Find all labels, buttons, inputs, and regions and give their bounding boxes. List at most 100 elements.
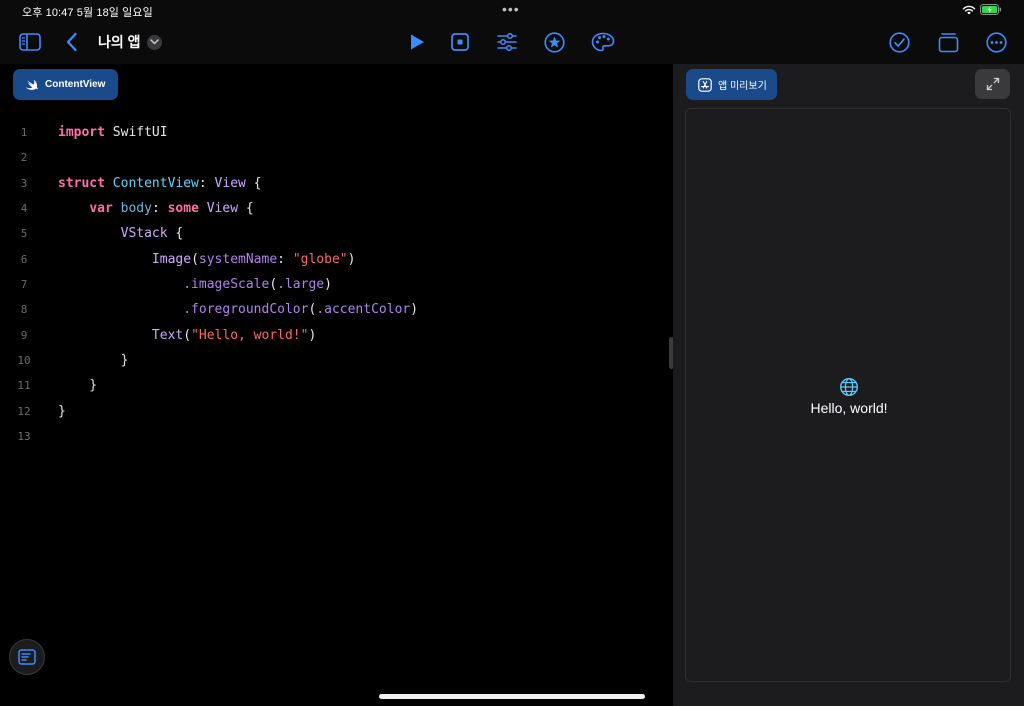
star-circle-icon	[543, 31, 565, 53]
wifi-icon	[962, 5, 976, 15]
line-number: 2	[20, 151, 28, 164]
palette-button[interactable]	[589, 28, 617, 56]
line-number: 12	[17, 405, 31, 418]
run-button[interactable]	[403, 28, 431, 56]
code-token: :	[151, 201, 168, 216]
line-number: 4	[20, 202, 28, 215]
more-button[interactable]	[982, 28, 1010, 56]
swift-icon	[25, 79, 38, 90]
line-number: 6	[20, 253, 28, 266]
code-token: systemName	[198, 252, 278, 267]
code-editor[interactable]: ContentView 1 import SwiftUI 2 3 struct …	[0, 64, 672, 706]
chevron-down-icon	[146, 34, 162, 50]
expand-preview-button[interactable]	[975, 69, 1010, 99]
code-token: {	[245, 176, 262, 191]
multitasking-dots[interactable]: •••	[502, 2, 520, 16]
code-token: .large	[277, 277, 325, 292]
code-token: VStack	[120, 226, 168, 241]
line-number: 7	[20, 278, 28, 291]
code-token: SwiftUI	[104, 125, 168, 140]
code-token: )	[308, 328, 317, 343]
outline-icon	[18, 649, 36, 665]
line-number: 10	[17, 354, 31, 367]
code-token: :	[198, 176, 215, 191]
app-title-menu[interactable]: 나의 앱	[98, 32, 162, 52]
code-token: {	[238, 201, 254, 216]
expand-arrows-icon	[986, 77, 999, 91]
chevron-left-icon	[66, 32, 77, 52]
code-token: {	[167, 226, 184, 241]
code-token: struct	[58, 176, 105, 191]
app-title: 나의 앱	[98, 34, 141, 50]
sliders-icon	[497, 33, 517, 51]
code-line: 4 var body: some View {	[0, 196, 672, 221]
line-number: 11	[17, 379, 31, 392]
windows-button[interactable]	[934, 28, 962, 56]
code-token: }	[58, 404, 66, 419]
preview-canvas[interactable]: Hello, world!	[685, 108, 1011, 682]
code-token: )	[410, 302, 419, 317]
code-line: 13	[0, 424, 672, 449]
back-button[interactable]	[58, 28, 86, 56]
stop-icon	[451, 33, 469, 51]
line-number: 8	[20, 303, 28, 316]
preview-pane: 앱 미리보기 Hello, world!	[673, 64, 1024, 706]
outline-button[interactable]	[9, 639, 45, 675]
checkmark-circle-icon	[888, 31, 910, 53]
code-line: 6 Image(systemName: "globe")	[0, 247, 672, 272]
code-token: (	[183, 328, 192, 343]
file-tab-label: ContentView	[45, 79, 106, 90]
check-button[interactable]	[885, 28, 913, 56]
code-token: body	[112, 201, 152, 216]
home-indicator[interactable]	[379, 694, 645, 699]
palette-icon	[591, 32, 615, 52]
status-time: 오후 10:47 5월 18일 일요일	[22, 7, 153, 19]
code-token: (	[191, 252, 199, 267]
code-token: "Hello, world!"	[191, 328, 309, 343]
code-token: :	[277, 252, 293, 267]
sidebar-toggle-button[interactable]	[16, 28, 44, 56]
sidebar-icon	[19, 33, 41, 51]
code-token: some	[167, 201, 199, 216]
line-number: 3	[20, 177, 28, 190]
code-token: View	[214, 176, 246, 191]
code-token: }	[58, 353, 129, 368]
code-line: 2	[0, 145, 672, 170]
preview-vstack: Hello, world!	[686, 377, 1012, 416]
play-icon	[411, 34, 424, 50]
toolbar: 나의 앱	[0, 20, 1024, 64]
code-line: 8 .foregroundColor(.accentColor)	[0, 297, 672, 322]
status-bar: 오후 10:47 5월 18일 일요일 •••	[0, 0, 1024, 20]
globe-icon	[839, 377, 859, 397]
line-number: 1	[20, 126, 28, 139]
code-token: }	[58, 378, 98, 393]
code-token: .accentColor	[316, 302, 411, 317]
app-preview-tab[interactable]: 앱 미리보기	[686, 69, 777, 100]
line-number: 5	[20, 227, 28, 240]
code-line: 9 Text("Hello, world!")	[0, 323, 672, 348]
code-token: .foregroundColor	[183, 302, 309, 317]
windows-icon	[938, 32, 958, 52]
favorite-button[interactable]	[540, 28, 568, 56]
code-token: Image	[151, 252, 192, 267]
code-token: import	[58, 125, 105, 140]
code-line: 7 .imageScale(.large)	[0, 272, 672, 297]
stop-button[interactable]	[446, 28, 474, 56]
code-line: 3 struct ContentView: View {	[0, 171, 672, 196]
app-preview-tab-label: 앱 미리보기	[718, 81, 767, 92]
code-line: 1 import SwiftUI	[0, 120, 672, 145]
code-line: 5 VStack {	[0, 221, 672, 246]
file-tab-contentview[interactable]: ContentView	[13, 69, 118, 100]
code-token: View	[198, 201, 239, 216]
code-line: 10 }	[0, 348, 672, 373]
code-line: 12 }	[0, 399, 672, 424]
code-token: "globe"	[292, 252, 348, 267]
ellipsis-circle-icon	[985, 31, 1007, 53]
line-number: 9	[20, 329, 28, 342]
code-token: )	[347, 252, 356, 267]
settings-button[interactable]	[493, 28, 521, 56]
